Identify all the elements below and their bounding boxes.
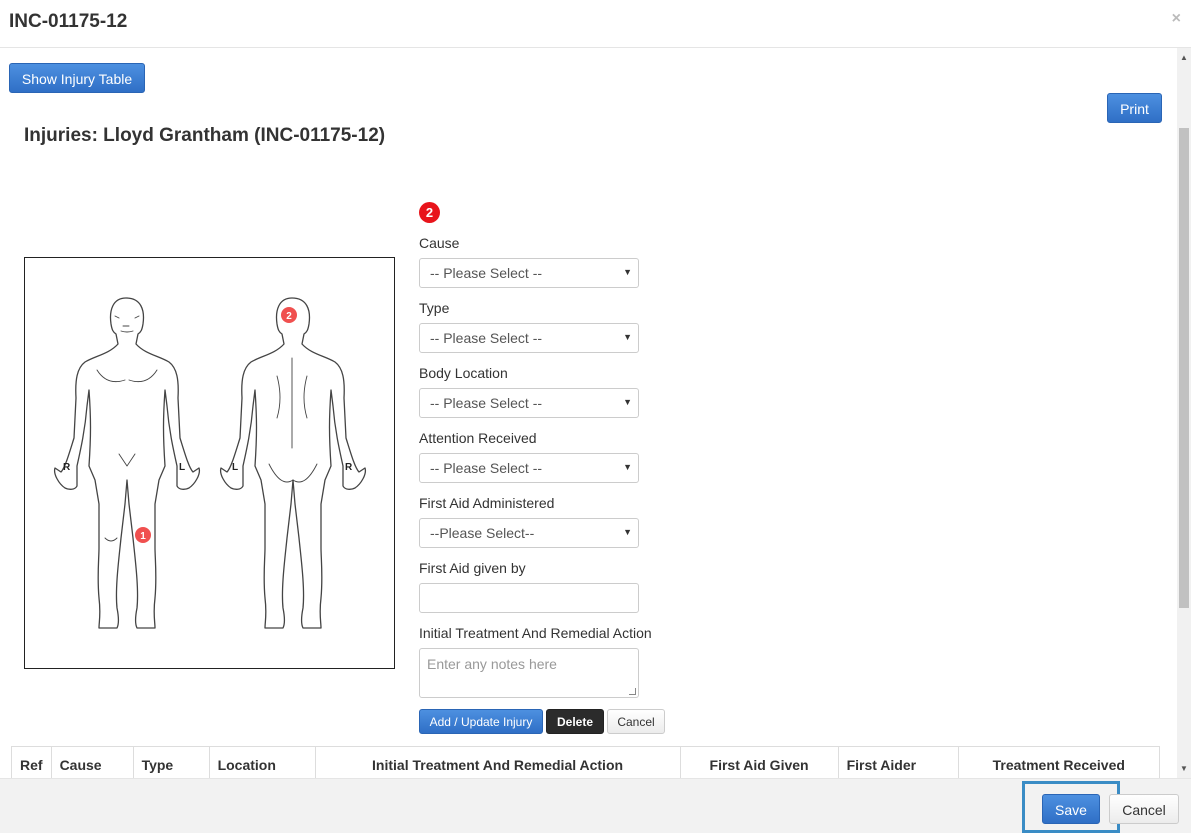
modal-footer: Save Cancel xyxy=(0,778,1191,833)
chevron-down-icon: ▼ xyxy=(623,397,632,407)
chevron-down-icon: ▼ xyxy=(623,267,632,277)
injury-marker-2-label: 2 xyxy=(286,311,292,322)
body-location-label: Body Location xyxy=(419,365,508,381)
initial-treatment-placeholder: Enter any notes here xyxy=(427,656,557,672)
chevron-down-icon: ▼ xyxy=(623,462,632,472)
column-header-cause: Cause xyxy=(50,746,134,778)
cause-select[interactable]: -- Please Select -- ▼ xyxy=(419,258,639,288)
body-location-select[interactable]: -- Please Select -- ▼ xyxy=(419,388,639,418)
modal-header: INC-01175-12 × xyxy=(0,0,1191,48)
cause-label: Cause xyxy=(419,235,460,251)
back-right-hand-label: R xyxy=(345,462,353,473)
injury-marker-2[interactable]: 2 xyxy=(281,307,297,323)
front-right-hand-label: L xyxy=(179,462,185,473)
injury-marker-1-label: 1 xyxy=(140,531,146,542)
cause-select-value: -- Please Select -- xyxy=(430,265,543,281)
body-map-figures: R L L R 1 2 xyxy=(53,297,367,629)
injury-marker-1[interactable]: 1 xyxy=(135,527,151,543)
body-location-select-value: -- Please Select -- xyxy=(430,395,543,411)
cancel-button[interactable]: Cancel xyxy=(1109,794,1179,824)
front-left-hand-label: R xyxy=(63,462,71,473)
scroll-down-icon[interactable]: ▼ xyxy=(1180,764,1188,773)
attention-received-label: Attention Received xyxy=(419,430,537,446)
delete-injury-button[interactable]: Delete xyxy=(546,709,604,734)
type-select[interactable]: -- Please Select -- ▼ xyxy=(419,323,639,353)
first-aid-administered-select[interactable]: --Please Select-- ▼ xyxy=(419,518,639,548)
column-header-type: Type xyxy=(132,746,210,778)
first-aid-given-by-input[interactable] xyxy=(419,583,639,613)
column-header-first-aid-given: First Aid Given xyxy=(679,746,839,778)
chevron-down-icon: ▼ xyxy=(623,527,632,537)
attention-received-select-value: -- Please Select -- xyxy=(430,460,543,476)
column-header-initial-treatment: Initial Treatment And Remedial Action xyxy=(314,746,681,778)
cancel-injury-button[interactable]: Cancel xyxy=(607,709,665,734)
type-label: Type xyxy=(419,300,450,316)
save-button[interactable]: Save xyxy=(1042,794,1100,824)
modal-title: INC-01175-12 xyxy=(9,11,128,32)
attention-received-select[interactable]: -- Please Select -- ▼ xyxy=(419,453,639,483)
first-aid-given-by-label: First Aid given by xyxy=(419,560,526,576)
column-header-first-aider: First Aider xyxy=(837,746,959,778)
vertical-scrollbar[interactable]: ▲ ▼ xyxy=(1177,48,1191,778)
column-header-location: Location xyxy=(208,746,316,778)
modal-body: Show Injury Table Print Injuries: Lloyd … xyxy=(0,48,1191,778)
type-select-value: -- Please Select -- xyxy=(430,330,543,346)
body-map[interactable]: R L L R 1 2 xyxy=(24,257,395,669)
front-figure xyxy=(53,297,201,629)
injury-table: Ref Cause Type Location Initial Treatmen… xyxy=(11,746,1161,778)
first-aid-administered-label: First Aid Administered xyxy=(419,495,555,511)
scroll-up-icon[interactable]: ▲ xyxy=(1180,53,1188,62)
scrollbar-thumb[interactable] xyxy=(1179,128,1189,608)
column-header-treatment-received: Treatment Received xyxy=(957,746,1161,778)
resize-handle-icon[interactable] xyxy=(629,688,636,695)
chevron-down-icon: ▼ xyxy=(623,332,632,342)
back-figure xyxy=(219,297,367,629)
back-left-hand-label: L xyxy=(232,462,238,473)
page-title: Injuries: Lloyd Grantham (INC-01175-12) xyxy=(24,125,386,146)
add-update-injury-button[interactable]: Add / Update Injury xyxy=(419,709,543,734)
print-button[interactable]: Print xyxy=(1107,93,1162,123)
close-icon[interactable]: × xyxy=(1172,10,1181,28)
column-header-ref: Ref xyxy=(11,746,52,778)
current-injury-marker: 2 xyxy=(419,202,440,223)
show-injury-table-button[interactable]: Show Injury Table xyxy=(9,63,145,93)
initial-treatment-label: Initial Treatment And Remedial Action xyxy=(419,625,652,641)
initial-treatment-textarea[interactable]: Enter any notes here xyxy=(419,648,639,698)
first-aid-administered-select-value: --Please Select-- xyxy=(430,525,535,541)
injury-table-header-row: Ref Cause Type Location Initial Treatmen… xyxy=(11,746,1161,778)
